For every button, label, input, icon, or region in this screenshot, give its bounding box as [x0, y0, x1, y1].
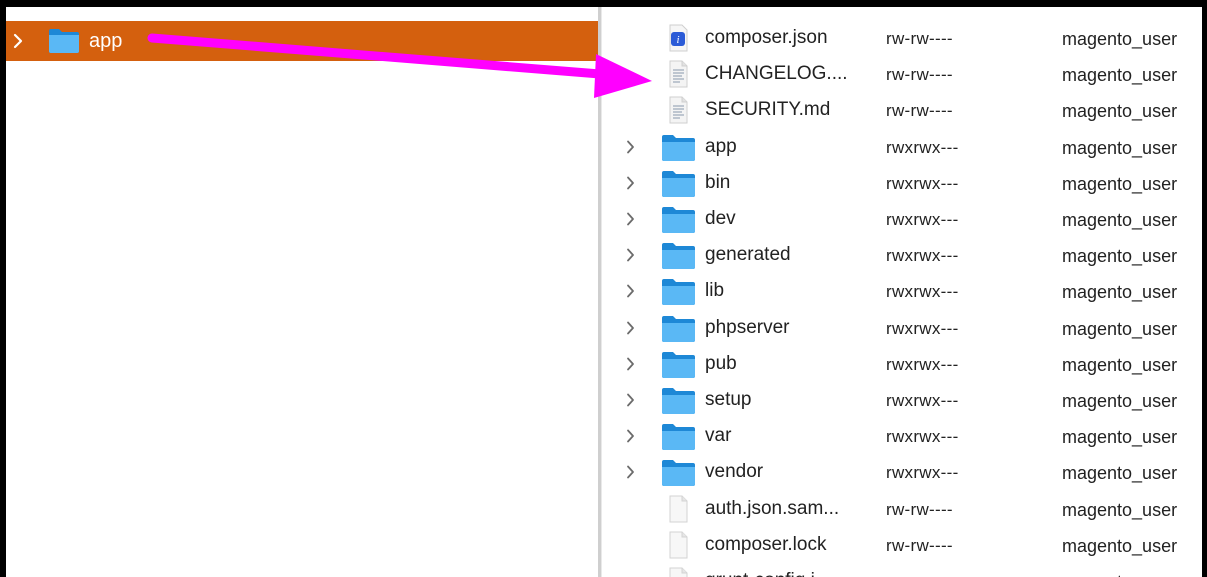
- item-owner: magento_user: [1062, 173, 1178, 194]
- chevron-right-icon[interactable]: [626, 393, 635, 407]
- item-owner: magento_user: [1062, 29, 1178, 49]
- item-name: pub: [705, 352, 737, 374]
- item-name: composer.lock: [705, 533, 827, 555]
- list-item[interactable]: auth.json.sam... rw-rw---- magento_user: [602, 490, 1202, 526]
- list-item[interactable]: var rwxrwx--- magento_user: [602, 417, 1202, 453]
- item-owner: magento_user: [1062, 354, 1178, 375]
- item-owner: magento_user: [1062, 210, 1178, 230]
- item-permissions: rw-rw----: [886, 29, 953, 48]
- item-permissions: rwxrwx---: [886, 210, 959, 229]
- item-name: bin: [705, 171, 731, 193]
- left-column: app: [6, 7, 598, 577]
- item-name: dev: [705, 208, 736, 229]
- folder-icon: [660, 421, 696, 451]
- item-permissions: rw-rw----: [886, 535, 953, 555]
- list-item[interactable]: app rwxrwx--- magento_user: [602, 128, 1202, 164]
- item-owner: magento_user: [1062, 101, 1178, 122]
- folder-icon: [660, 168, 696, 198]
- item-name: generated: [705, 244, 791, 266]
- list-item[interactable]: pub rwxrwx--- magento_user: [602, 345, 1202, 381]
- item-permissions: rw-rw----: [886, 65, 953, 85]
- right-column-list: i composer.json rw-rw---- magento_user CHANG…: [602, 7, 1202, 577]
- list-item[interactable]: composer.lock rw-rw---- magento_user: [602, 526, 1202, 562]
- chevron-right-icon[interactable]: [626, 212, 635, 226]
- window-right-border: [1202, 0, 1207, 577]
- item-permissions: rw-rw----: [886, 101, 953, 121]
- item-name: composer.json: [705, 27, 828, 48]
- item-owner: magento_user: [1062, 282, 1178, 303]
- folder-icon: [660, 457, 696, 487]
- chevron-right-icon[interactable]: [626, 176, 635, 190]
- folder-icon: [660, 240, 696, 270]
- item-permissions: rw-rw----: [886, 572, 953, 577]
- chevron-right-icon[interactable]: [626, 429, 635, 443]
- list-item[interactable]: i composer.json rw-rw---- magento_user: [602, 19, 1202, 55]
- blank-file-icon: [660, 530, 696, 560]
- chevron-right-icon[interactable]: [626, 140, 635, 154]
- list-item[interactable]: vendor rwxrwx--- magento_user: [602, 453, 1202, 489]
- list-item[interactable]: generated rwxrwx--- magento_user: [602, 236, 1202, 272]
- item-name: lib: [705, 280, 725, 302]
- list-item[interactable]: bin rwxrwx--- magento_user: [602, 164, 1202, 200]
- list-item[interactable]: SECURITY.md rw-rw---- magento_user: [602, 91, 1202, 127]
- text-file-icon: [660, 95, 696, 125]
- item-owner: magento_user: [1062, 65, 1178, 86]
- item-name: auth.json.sam...: [705, 497, 840, 519]
- folder-icon: [660, 313, 696, 343]
- blank-file-icon: [660, 566, 696, 577]
- item-permissions: rwxrwx---: [886, 246, 959, 266]
- list-item[interactable]: CHANGELOG.... rw-rw---- magento_user: [602, 55, 1202, 91]
- chevron-right-icon[interactable]: [13, 33, 23, 49]
- item-owner: magento_user: [1062, 318, 1178, 339]
- chevron-right-icon[interactable]: [626, 248, 635, 262]
- chevron-right-icon[interactable]: [626, 465, 635, 479]
- item-name: grunt-config.j...: [705, 570, 831, 577]
- item-name: phpserver: [705, 316, 790, 338]
- folder-icon: [660, 276, 696, 306]
- folder-icon: [660, 204, 696, 234]
- text-file-icon: [660, 59, 696, 89]
- item-permissions: rwxrwx---: [886, 318, 959, 338]
- folder-icon: [49, 29, 79, 53]
- item-name: app: [705, 135, 737, 157]
- item-permissions: rwxrwx---: [886, 137, 959, 157]
- item-name: SECURITY.md: [705, 99, 831, 121]
- chevron-right-icon[interactable]: [626, 357, 635, 371]
- item-name: setup: [705, 389, 752, 410]
- list-item[interactable]: setup rwxrwx--- magento_user: [602, 381, 1202, 417]
- item-permissions: rwxrwx---: [886, 173, 959, 193]
- folder-icon: [660, 385, 696, 415]
- chevron-right-icon[interactable]: [626, 284, 635, 298]
- item-owner: magento_user: [1062, 137, 1178, 158]
- selected-item-label: app: [89, 30, 123, 52]
- item-name: CHANGELOG....: [705, 63, 848, 85]
- item-owner: magento_user: [1062, 427, 1178, 448]
- list-item[interactable]: phpserver rwxrwx--- magento_user: [602, 309, 1202, 345]
- item-permissions: rwxrwx---: [886, 391, 959, 410]
- json-file-icon: i: [660, 23, 696, 53]
- item-owner: magento_user: [1062, 463, 1178, 484]
- item-permissions: rwxrwx---: [886, 282, 959, 302]
- item-permissions: rwxrwx---: [886, 427, 959, 447]
- item-owner: magento_user: [1062, 571, 1177, 577]
- item-name: var: [705, 425, 732, 447]
- item-owner: magento_user: [1062, 391, 1178, 411]
- item-permissions: rw-rw----: [886, 499, 953, 519]
- window-top-border: [0, 0, 1207, 7]
- list-item[interactable]: grunt-config.j... rw-rw---- magento_user: [602, 562, 1202, 577]
- item-permissions: rwxrwx---: [886, 463, 959, 483]
- item-name: vendor: [705, 461, 764, 483]
- item-owner: magento_user: [1062, 246, 1178, 267]
- blank-file-icon: [660, 494, 696, 524]
- item-owner: magento_user: [1062, 499, 1178, 520]
- folder-icon: [660, 132, 696, 162]
- item-permissions: rwxrwx---: [886, 354, 959, 374]
- left-selected-row[interactable]: app: [6, 21, 598, 61]
- chevron-right-icon[interactable]: [626, 321, 635, 335]
- folder-icon: [660, 349, 696, 379]
- svg-text:i: i: [676, 34, 679, 46]
- list-item[interactable]: dev rwxrwx--- magento_user: [602, 200, 1202, 236]
- list-item[interactable]: lib rwxrwx--- magento_user: [602, 272, 1202, 308]
- item-owner: magento_user: [1062, 535, 1178, 556]
